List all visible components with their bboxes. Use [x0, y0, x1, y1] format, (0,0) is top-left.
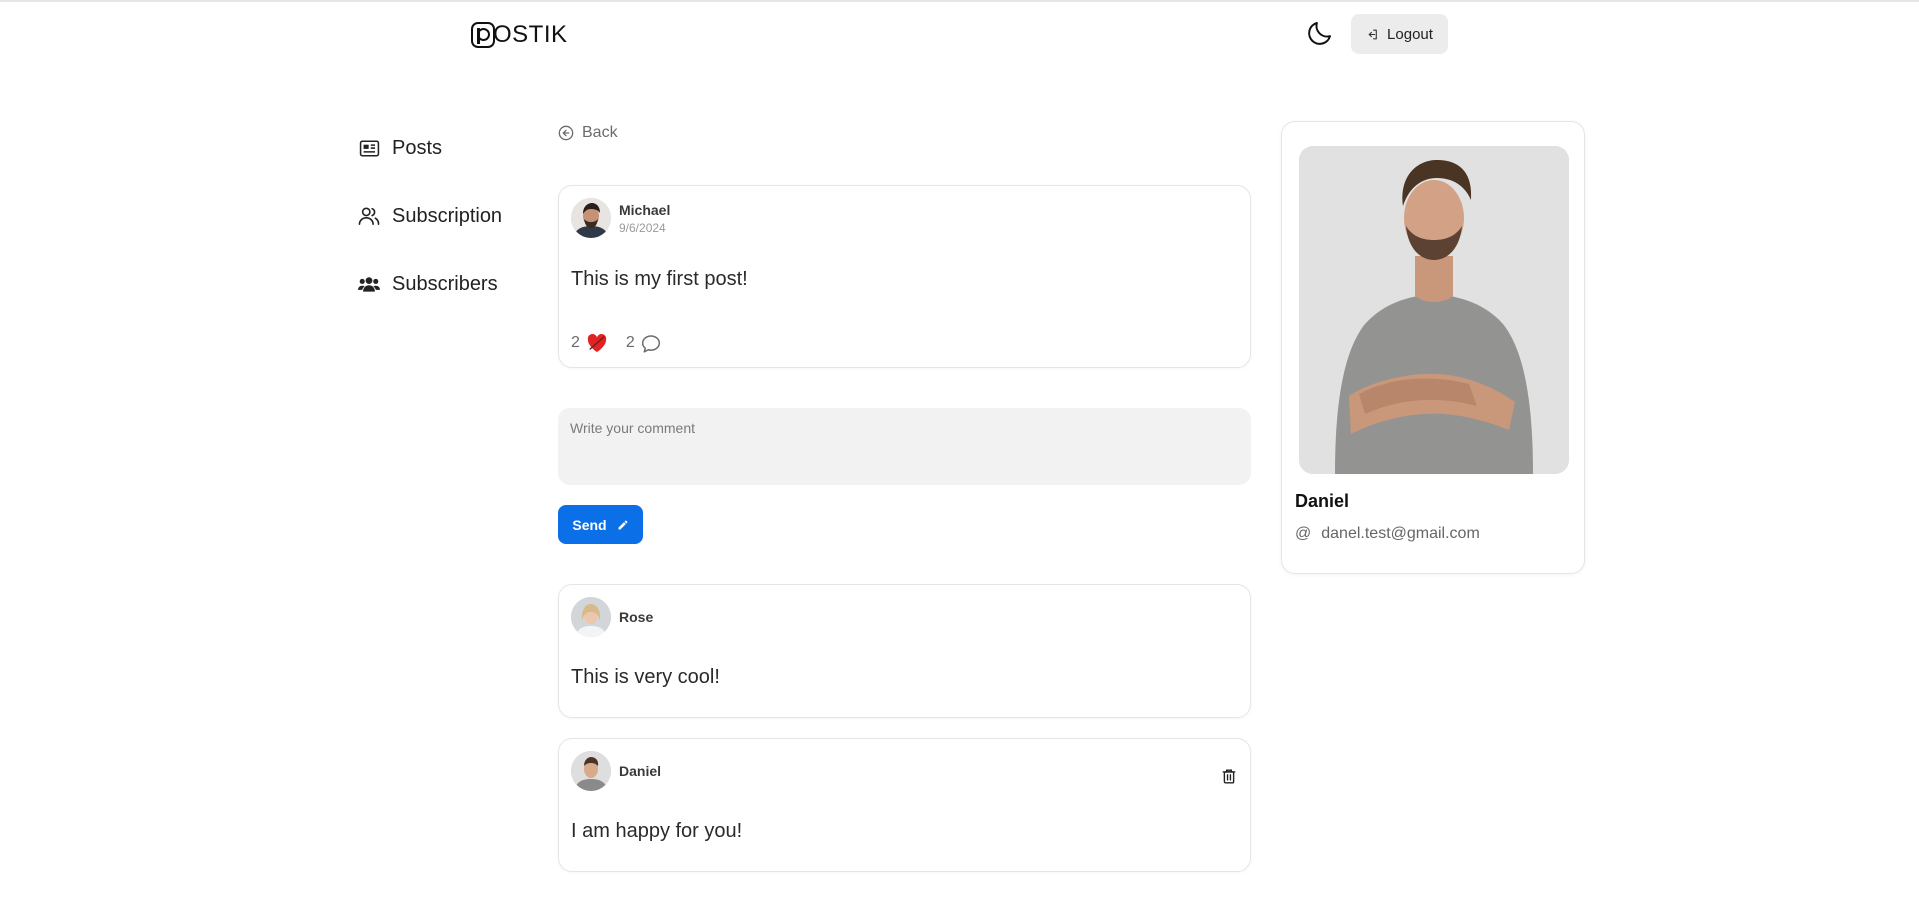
sidebar: Posts Subscription Subscribers	[358, 128, 502, 332]
post-date: 9/6/2024	[619, 220, 666, 235]
heart-icon	[587, 333, 607, 353]
pencil-icon	[618, 520, 628, 529]
comment-author[interactable]: Daniel	[571, 751, 661, 791]
profile-name: Daniel	[1295, 491, 1350, 511]
users-solid-icon	[358, 273, 380, 295]
sidebar-item-label: Posts	[392, 136, 443, 159]
at-icon: @	[1295, 525, 1312, 542]
sidebar-item-subscribers[interactable]: Subscribers	[358, 264, 502, 304]
newspaper-icon	[358, 137, 380, 159]
profile-card: Daniel @ danel.test@gmail.com	[1281, 121, 1585, 574]
comment-card: Rose This is very cool!	[558, 584, 1251, 718]
post-text: This is my first post!	[571, 268, 748, 290]
comment-text: This is very cool!	[571, 666, 720, 688]
like-count: 2	[571, 334, 580, 351]
sidebar-item-subscription[interactable]: Subscription	[358, 196, 502, 236]
comment-count: 2	[625, 334, 635, 351]
sidebar-item-label: Subscription	[392, 204, 503, 227]
avatar	[571, 198, 611, 238]
email-text: danel.test@gmail.com	[1321, 525, 1480, 542]
profile-photo	[1299, 146, 1569, 474]
back-label: Back	[582, 124, 618, 141]
logo[interactable]: OSTIK	[471, 20, 568, 50]
avatar	[571, 751, 611, 791]
back-link[interactable]: Back	[558, 124, 618, 142]
comment-author[interactable]: Rose	[571, 597, 653, 637]
top-border	[0, 0, 1919, 2]
post-author[interactable]: Michael 9/6/2024	[571, 198, 670, 238]
send-button[interactable]: Send	[558, 505, 643, 544]
comment-input[interactable]	[558, 408, 1251, 485]
post-card: Michael 9/6/2024 This is my first post! …	[558, 185, 1251, 368]
sidebar-item-posts[interactable]: Posts	[358, 128, 502, 168]
comment-bubble-icon	[641, 334, 660, 353]
like-button[interactable]: 2	[571, 333, 608, 353]
send-label: Send	[572, 516, 607, 533]
profile-email: @ danel.test@gmail.com	[1295, 525, 1480, 543]
author-name: Michael	[619, 201, 671, 218]
theme-toggle-button[interactable]	[1303, 16, 1337, 50]
trash-icon	[1222, 768, 1236, 784]
logo-text: OSTIK	[493, 21, 568, 48]
comment-card: Daniel I am happy for you!	[558, 738, 1251, 872]
logout-button[interactable]: Logout	[1351, 14, 1448, 54]
comment-text: I am happy for you!	[571, 820, 743, 842]
sidebar-item-label: Subscribers	[392, 272, 498, 295]
avatar	[571, 597, 611, 637]
author-name: Rose	[619, 609, 654, 625]
moon-icon	[1308, 22, 1331, 45]
users-outline-icon	[358, 205, 380, 227]
author-name: Daniel	[619, 763, 662, 779]
logo-p-mark	[471, 22, 495, 48]
delete-comment-button[interactable]	[1218, 765, 1240, 787]
comments-button[interactable]: 2	[626, 334, 661, 353]
logout-label: Logout	[1387, 25, 1433, 43]
logout-icon	[1368, 29, 1377, 39]
post-reactions: 2 2	[571, 333, 679, 353]
arrow-left-circle-icon	[558, 125, 574, 141]
